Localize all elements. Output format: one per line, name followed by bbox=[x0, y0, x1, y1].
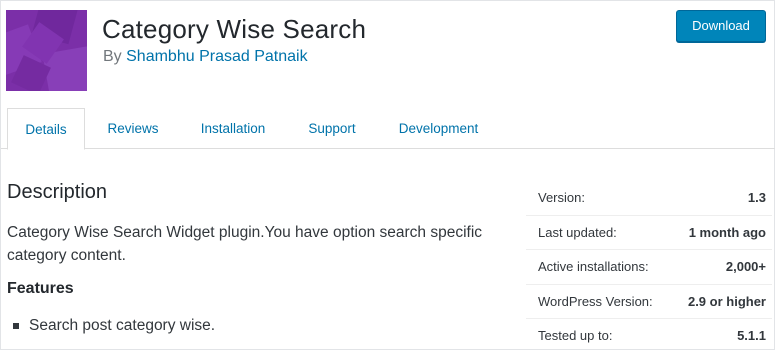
features-heading: Features bbox=[7, 280, 74, 297]
meta-row-wordpress-version: WordPress Version: 2.9 or higher bbox=[526, 285, 772, 319]
meta-value: 1.3 bbox=[747, 190, 766, 206]
meta-value: 5.1.1 bbox=[737, 328, 766, 344]
tab-installation[interactable]: Installation bbox=[189, 108, 277, 149]
tab-support[interactable]: Support bbox=[296, 108, 368, 149]
tab-details[interactable]: Details bbox=[7, 108, 85, 150]
meta-label: Tested up to: bbox=[538, 328, 613, 344]
plugin-tabs: Details Reviews Installation Support Dev… bbox=[1, 108, 775, 150]
plugin-title: Category Wise Search bbox=[102, 14, 367, 44]
description-text: Category Wise Search Widget plugin.You h… bbox=[7, 224, 483, 264]
download-button[interactable]: Download bbox=[676, 10, 766, 42]
plugin-header: Category Wise Search By Shambhu Prasad P… bbox=[1, 1, 775, 109]
tab-development[interactable]: Development bbox=[386, 108, 491, 149]
meta-label: Version: bbox=[538, 190, 585, 206]
plugin-icon bbox=[6, 10, 87, 91]
meta-row-last-updated: Last updated: 1 month ago bbox=[526, 216, 772, 250]
meta-label: Last updated: bbox=[538, 224, 617, 240]
feature-item: Search post category wise. bbox=[7, 314, 497, 337]
tab-reviews[interactable]: Reviews bbox=[93, 108, 173, 149]
meta-value: 2,000+ bbox=[725, 259, 766, 275]
meta-label: Active installations: bbox=[538, 259, 649, 275]
meta-label: WordPress Version: bbox=[538, 293, 653, 309]
meta-value: 1 month ago bbox=[688, 224, 766, 240]
meta-row-tested-up-to: Tested up to: 5.1.1 bbox=[526, 319, 772, 350]
meta-value: 2.9 or higher bbox=[687, 293, 766, 309]
meta-row-active-installations: Active installations: 2,000+ bbox=[526, 250, 772, 285]
plugin-author-line: By Shambhu Prasad Patnaik bbox=[103, 48, 308, 66]
author-prefix: By bbox=[103, 48, 122, 65]
features-list: Search post category wise. bbox=[7, 314, 497, 337]
plugin-meta: Version: 1.3 Last updated: 1 month ago A… bbox=[526, 181, 772, 350]
description-section: Description Category Wise Search Widget … bbox=[7, 181, 497, 337]
description-heading: Description bbox=[7, 181, 108, 203]
meta-row-version: Version: 1.3 bbox=[526, 181, 772, 216]
author-link[interactable]: Shambhu Prasad Patnaik bbox=[126, 48, 307, 65]
